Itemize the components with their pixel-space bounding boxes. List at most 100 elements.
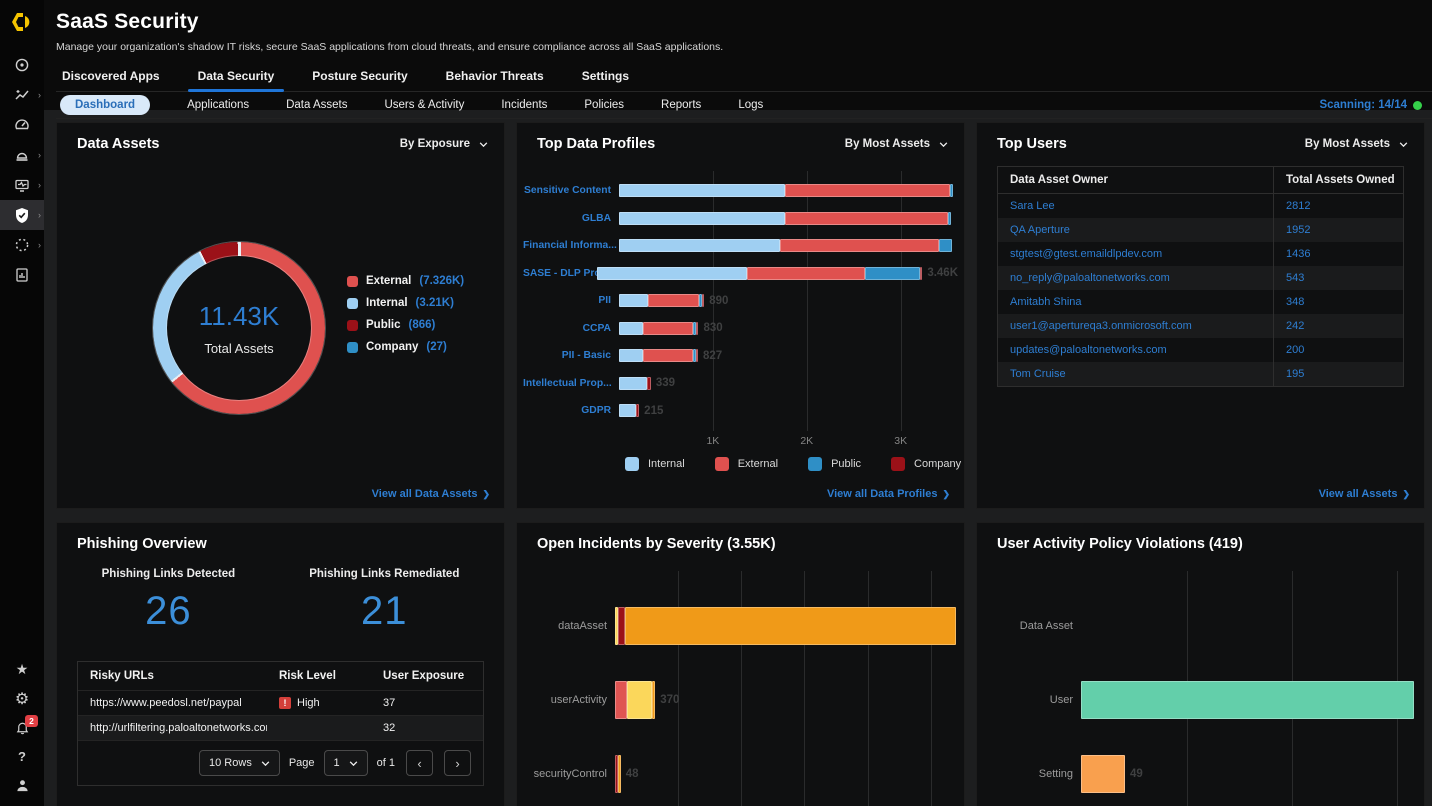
page-select[interactable]: 1 [324,750,368,776]
tab-posture-security[interactable]: Posture Security [310,64,409,91]
data-asset-owner-link[interactable]: Amitabh Shina [998,296,1273,308]
chart-row: userActivity370 [523,663,958,737]
by-most-assets-filter[interactable]: By Most Assets [1305,138,1408,150]
rows-per-page-select[interactable]: 10 Rows [199,750,280,776]
category-label-pii[interactable]: PII [523,295,619,306]
legend-item-external: External(7.326K) [347,275,464,287]
category-label-financial-informa[interactable]: Financial Informa... [523,240,619,251]
sidebar-item-alerts[interactable]: › [0,140,44,170]
view-all-assets-link[interactable]: View all Assets ❯ [1319,488,1410,500]
data-asset-owner-link[interactable]: stgtest@gtest.emaildlpdev.com [998,248,1273,260]
chevron-down-icon [349,761,358,766]
chart-row: GDPR215 [523,397,958,425]
bar-segment-external [785,184,950,197]
external-swatch-icon [347,276,358,287]
notification-badge: 2 [25,715,38,727]
total-assets-owned-value[interactable]: 543 [1273,266,1403,290]
notifications-button[interactable]: 2 [0,713,44,742]
table-header: Data Asset Owner Total Assets Owned [998,167,1403,194]
subnav-item-logs[interactable]: Logs [738,99,763,111]
subnav-item-dashboard[interactable]: Dashboard [60,95,150,115]
sidebar-item-monitoring[interactable]: › [0,170,44,200]
phishing-links-remediated: Phishing Links Remediated 21 [309,568,459,634]
view-all-data-assets-link[interactable]: View all Data Assets ❯ [372,488,490,500]
category-label-ccpa[interactable]: CCPA [523,323,619,334]
subnav-item-users-activity[interactable]: Users & Activity [384,99,464,111]
bar-segment [618,755,621,793]
total-assets-owned-value[interactable]: 195 [1273,362,1403,386]
bar [1081,755,1125,793]
total-assets-owned-value[interactable]: 242 [1273,314,1403,338]
prev-page-button[interactable]: ‹ [406,750,433,776]
tab-behavior-threats[interactable]: Behavior Threats [444,64,546,91]
bar [615,755,621,793]
chart-row: securityControl48 [523,737,958,806]
favorites-button[interactable]: ★ [0,655,44,684]
help-button[interactable]: ? [0,742,44,771]
data-asset-owner-link[interactable]: Sara Lee [998,200,1273,212]
sidebar-item-saas-security[interactable]: › [0,200,44,230]
by-most-assets-filter[interactable]: By Most Assets [845,138,948,150]
profile-button[interactable] [0,771,44,800]
total-assets-owned-value[interactable]: 348 [1273,290,1403,314]
data-asset-owner-link[interactable]: Tom Cruise [998,368,1273,380]
bar-segment-internal [597,267,747,280]
category-label-pii-basic[interactable]: PII - Basic [523,350,619,361]
chart-row: Setting49 [983,737,1418,806]
data-asset-owner-link[interactable]: no_reply@paloaltonetworks.com [998,272,1273,284]
card-title: Open Incidents by Severity (3.55K) [537,536,776,552]
category-label-intellectual-prop[interactable]: Intellectual Prop... [523,378,619,389]
category-label-gdpr[interactable]: GDPR [523,405,619,416]
bar-value: 339 [656,377,675,389]
bar-segment-external [780,239,938,252]
sidebar-item-radar[interactable] [0,50,44,80]
table-row: updates@paloaltonetworks.com200 [998,338,1403,362]
legend-value: (27) [426,341,446,353]
subnav-item-applications[interactable]: Applications [187,99,249,111]
sidebar-item-insights[interactable]: › [0,80,44,110]
subnav-item-data-assets[interactable]: Data Assets [286,99,347,111]
data-asset-owner-link[interactable]: user1@apertureqa3.onmicrosoft.com [998,320,1273,332]
sidebar-item-reports[interactable] [0,260,44,290]
chart-row: Intellectual Prop... 339 [523,370,958,398]
public-swatch-icon [347,320,358,331]
subnav-item-incidents[interactable]: Incidents [501,99,547,111]
tab-settings[interactable]: Settings [580,64,631,91]
sidebar-item-integrations[interactable]: › [0,230,44,260]
tab-data-security[interactable]: Data Security [196,64,277,91]
data-asset-owner-link[interactable]: updates@paloaltonetworks.com [998,344,1273,356]
of-pages-label: of 1 [377,757,395,769]
chevron-right-icon: › [38,90,41,100]
total-assets-owned-value[interactable]: 1952 [1273,218,1403,242]
total-assets-owned-value[interactable]: 1436 [1273,242,1403,266]
sidebar-nav: › › › › [0,50,44,290]
total-assets-owned-value[interactable]: 2812 [1273,194,1403,218]
subnav-item-policies[interactable]: Policies [584,99,624,111]
bar [619,377,651,390]
tab-discovered-apps[interactable]: Discovered Apps [60,64,162,91]
bar [619,212,951,225]
settings-button[interactable]: ⚙ [0,684,44,713]
column-header: Data Asset Owner [998,174,1273,186]
sidebar-item-dashboard[interactable] [0,110,44,140]
data-assets-donut: 11.43K Total Assets [153,242,325,414]
legend-value: (7.326K) [419,275,464,287]
data-asset-owner-link[interactable]: QA Aperture [998,224,1273,236]
next-page-button[interactable]: › [444,750,471,776]
by-exposure-filter[interactable]: By Exposure [400,138,488,150]
total-assets-owned-value[interactable]: 200 [1273,338,1403,362]
bar [619,322,698,335]
filter-label: By Most Assets [1305,138,1390,150]
card-title: Top Data Profiles [537,136,655,152]
view-all-data-profiles-link[interactable]: View all Data Profiles ❯ [827,488,950,500]
subnav-item-reports[interactable]: Reports [661,99,701,111]
category-label-data-asset: Data Asset [983,620,1081,632]
view-all-label: View all Data Profiles [827,488,937,500]
company-swatch-icon [891,457,905,471]
star-icon: ★ [16,661,29,678]
category-label-sensitive-content[interactable]: Sensitive Content [523,185,619,196]
chart-row: Data Asset [983,589,1418,663]
category-label-sase-dlp-profile-1[interactable]: SASE - DLP Profile 1 [523,268,597,279]
category-label-glba[interactable]: GLBA [523,213,619,224]
axis-tick: 2K [800,435,813,447]
